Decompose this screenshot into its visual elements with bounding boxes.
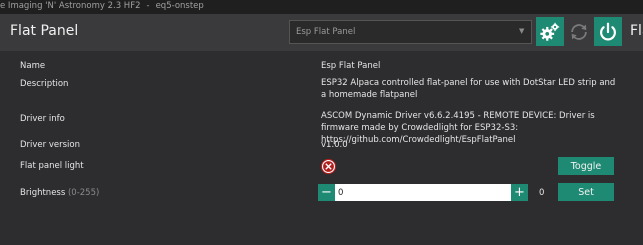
power-button[interactable] [594,17,622,46]
driver-info-value: ASCOM Dynamic Driver v6.6.2.4195 - REMOT… [321,111,595,145]
toggle-light-button[interactable]: Toggle [558,157,614,175]
app-title: e Imaging 'N' Astronomy 2.3 HF2 [0,1,141,11]
brightness-decrement-button[interactable]: − [318,184,335,201]
brightness-range: (0-255) [67,188,100,198]
panel-title: Flat Panel [10,23,79,39]
refresh-icon [571,23,587,40]
driver-version-value: v1.0.0 [321,140,348,150]
set-brightness-button[interactable]: Set [558,183,614,201]
brightness-increment-button[interactable]: + [511,184,528,201]
window-titlebar: e Imaging 'N' Astronomy 2.3 HF2- eq5-onst… [0,0,643,14]
driver-info-label: Driver info [20,114,65,124]
name-label: Name [20,61,46,71]
off-x-circle-icon [320,158,337,175]
refresh-button[interactable] [565,17,593,46]
chevron-down-icon: ▼ [519,27,525,35]
power-icon [600,22,616,40]
profile-name: eq5-onstep [155,1,204,11]
brightness-current-value: 0 [539,188,545,198]
device-select-value: Esp Flat Panel [296,27,356,37]
gear-icon [540,22,560,41]
flat-panel-light-label: Flat panel light [20,161,84,171]
name-value: Esp Flat Panel [321,61,381,71]
brightness-label: Brightness (0-255) [20,188,99,198]
adjacent-panel-title: Fla [630,23,643,39]
device-select[interactable]: Esp Flat Panel ▼ [289,20,532,44]
brightness-label-text: Brightness [20,188,66,198]
description-value: ESP32 Alpaca controlled flat-panel for u… [321,78,616,100]
description-label: Description [20,79,69,89]
settings-button[interactable] [536,17,564,46]
brightness-input[interactable] [335,184,511,201]
driver-version-label: Driver version [20,140,80,150]
